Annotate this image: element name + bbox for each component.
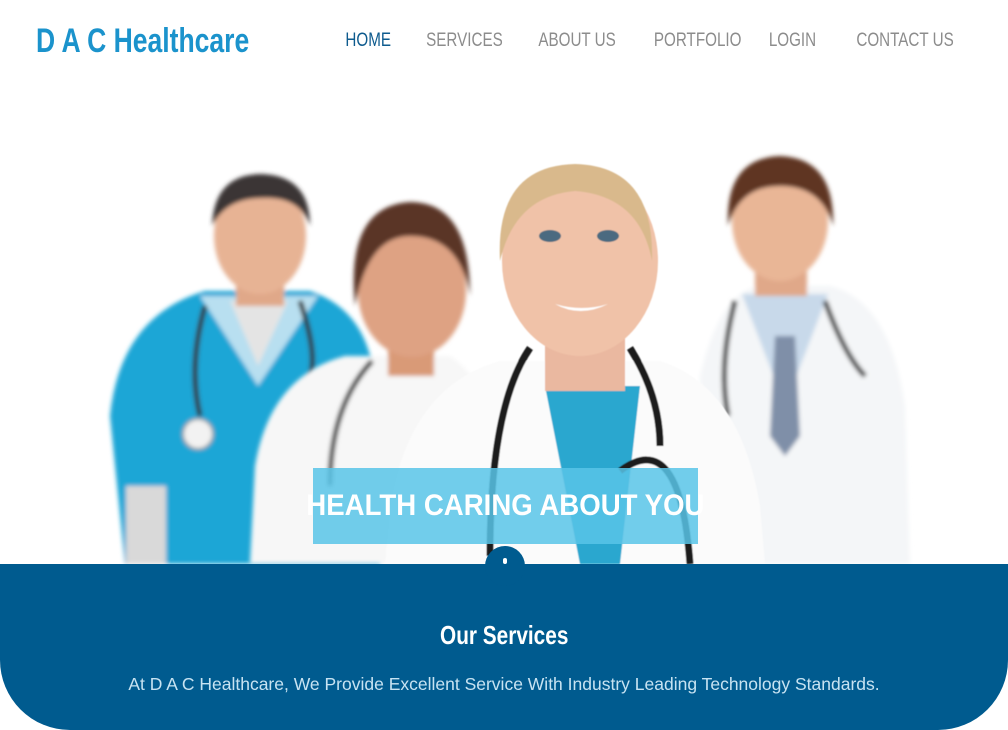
services-description: At D A C Healthcare, We Provide Excellen… xyxy=(128,674,880,694)
scroll-down-indicator[interactable] xyxy=(485,546,525,586)
nav-contact-us[interactable]: CONTACT US xyxy=(857,30,954,52)
nav-login[interactable]: LOGIN xyxy=(769,30,816,52)
services-section: Our Services At D A C Healthcare, We Pro… xyxy=(0,564,1008,730)
services-title: Our Services xyxy=(439,620,569,650)
nav-about-us[interactable]: ABOUT US xyxy=(538,30,615,52)
nav-home[interactable]: HOME xyxy=(346,30,392,52)
hero-tagline: HEALTH CARING ABOUT YOU xyxy=(306,489,705,522)
nav-portfolio[interactable]: PORTFOLIO xyxy=(654,30,742,52)
site-header: D A C Healthcare HOME SERVICES ABOUT US … xyxy=(0,0,1008,86)
brand-logo[interactable]: D A C Healthcare xyxy=(36,22,249,61)
main-nav: HOME SERVICES ABOUT US PORTFOLIO LOGIN C… xyxy=(318,30,954,52)
hero-tagline-box: HEALTH CARING ABOUT YOU xyxy=(306,468,705,544)
nav-services[interactable]: SERVICES xyxy=(426,30,503,52)
